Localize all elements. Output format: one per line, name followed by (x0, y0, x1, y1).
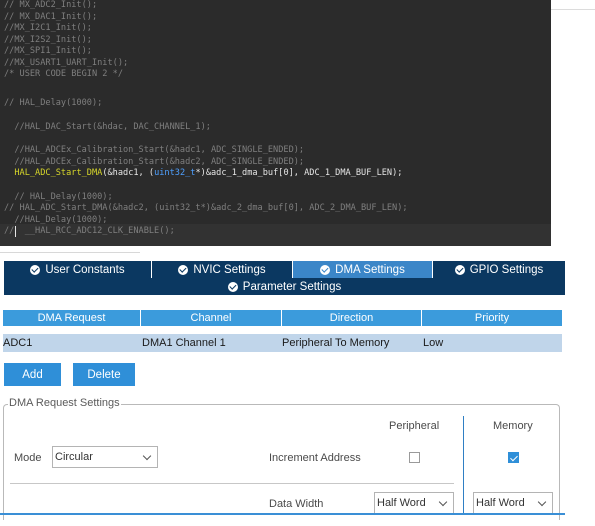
peripheral-width-value: Half Word (377, 497, 426, 509)
code-line: // __HAL_RCC_ADC12_CLK_ENABLE(); (4, 226, 175, 236)
column-divider (463, 416, 464, 514)
chevron-down-icon (537, 497, 547, 507)
code-line: // HAL_Delay(1000); (4, 98, 103, 108)
tab-label: DMA Settings (335, 263, 405, 276)
tab-label: User Constants (45, 263, 125, 276)
check-circle-icon (227, 281, 238, 292)
memory-increment-checkbox[interactable] (508, 452, 519, 463)
column-header-dma-request[interactable]: DMA Request (3, 310, 141, 326)
check-circle-icon (454, 264, 465, 275)
chevron-down-icon (438, 497, 448, 507)
mode-label: Mode (14, 452, 42, 464)
memory-data-width-select[interactable]: Half Word (473, 492, 553, 514)
code-line: /* USER CODE BEGIN 2 */ (4, 69, 123, 79)
tab-gpio-settings[interactable]: GPIO Settings (433, 261, 565, 278)
column-header-priority[interactable]: Priority (422, 310, 562, 326)
check-circle-icon (30, 264, 41, 275)
memory-column-label: Memory (493, 420, 533, 432)
mode-select[interactable]: Circular (52, 446, 158, 468)
code-args-start: (&hadc1, ( (102, 168, 155, 178)
text-caret (15, 226, 16, 237)
divider (10, 483, 454, 484)
peripheral-data-width-select[interactable]: Half Word (374, 492, 454, 514)
code-editor[interactable]: // MX_ADC2_Init(); // MX_DAC1_Init(); //… (0, 0, 551, 246)
code-line: // HAL_Delay(1000); (4, 191, 113, 202)
tab-label: GPIO Settings (469, 263, 544, 276)
code-line: //MX_I2S2_Init(); (4, 34, 92, 45)
peripheral-increment-checkbox[interactable] (409, 452, 420, 463)
add-button[interactable]: Add (4, 363, 61, 386)
tab-label: Parameter Settings (242, 280, 342, 293)
tab-user-constants[interactable]: User Constants (4, 261, 152, 278)
tab-parameter-settings[interactable]: Parameter Settings (4, 278, 565, 295)
chevron-down-icon (142, 451, 152, 461)
memory-width-value: Half Word (476, 497, 525, 509)
stm32cubemx-window: // MX_ADC2_Init(); // MX_DAC1_Init(); //… (0, 0, 595, 526)
data-width-label: Data Width (269, 498, 324, 510)
group-title: DMA Request Settings (8, 397, 121, 409)
code-line: //MX_USART1_UART_Init(); (4, 57, 129, 68)
delete-button[interactable]: Delete (73, 363, 135, 386)
right-strip (551, 0, 595, 10)
cell-channel: DMA1 Channel 1 (142, 337, 226, 349)
cell-dma-request: ADC1 (3, 337, 33, 349)
table-row[interactable]: ADC1 DMA1 Channel 1 Peripheral To Memory… (3, 334, 562, 352)
column-header-direction[interactable]: Direction (282, 310, 422, 326)
dma-table-header: DMA Request Channel Direction Priority (3, 310, 562, 326)
code-line: // MX_DAC1_Init(); (4, 11, 98, 22)
code-line: //HAL_DAC_Start(&hdac, DAC_CHANNEL_1); (4, 122, 211, 132)
cell-priority: Low (423, 337, 444, 349)
code-line: //HAL_Delay(1000); (4, 214, 108, 225)
code-line: //HAL_ADCEx_Calibration_Start(&hadc2, AD… (4, 156, 305, 167)
active-code-line: HAL_ADC_Start_DMA(&hadc1, (uint32_t*)&ad… (4, 168, 402, 179)
divider (0, 252, 140, 253)
code-function-name: HAL_ADC_Start_DMA (14, 168, 103, 178)
code-type-keyword: uint32_t (154, 168, 196, 178)
code-args-end: *)&adc_1_dma_buf[0], ADC_1_DMA_BUF_LEN); (195, 168, 403, 178)
code-line: //MX_I2C1_Init(); (4, 23, 92, 33)
code-line: //MX_SPI1_Init(); (4, 46, 92, 56)
code-line: // MX_ADC2_Init(); (4, 0, 98, 10)
tab-dma-settings[interactable]: DMA Settings (293, 261, 433, 278)
increment-address-label: Increment Address (269, 452, 361, 464)
panel-bottom-border (0, 513, 565, 515)
code-line: // HAL_ADC_Start_DMA(&hadc2, (uint32_t*)… (4, 203, 408, 213)
settings-tab-bar: User Constants NVIC Settings DMA Setting… (4, 261, 565, 278)
column-header-channel[interactable]: Channel (141, 310, 282, 326)
cell-direction: Peripheral To Memory (282, 337, 390, 349)
tab-nvic-settings[interactable]: NVIC Settings (152, 261, 293, 278)
mode-select-value: Circular (55, 451, 93, 463)
check-circle-icon (178, 264, 189, 275)
code-line: //HAL_ADCEx_Calibration_Start(&hadc1, AD… (4, 145, 305, 155)
peripheral-column-label: Peripheral (389, 420, 440, 432)
check-circle-icon (320, 264, 331, 275)
tab-label: NVIC Settings (193, 263, 266, 276)
